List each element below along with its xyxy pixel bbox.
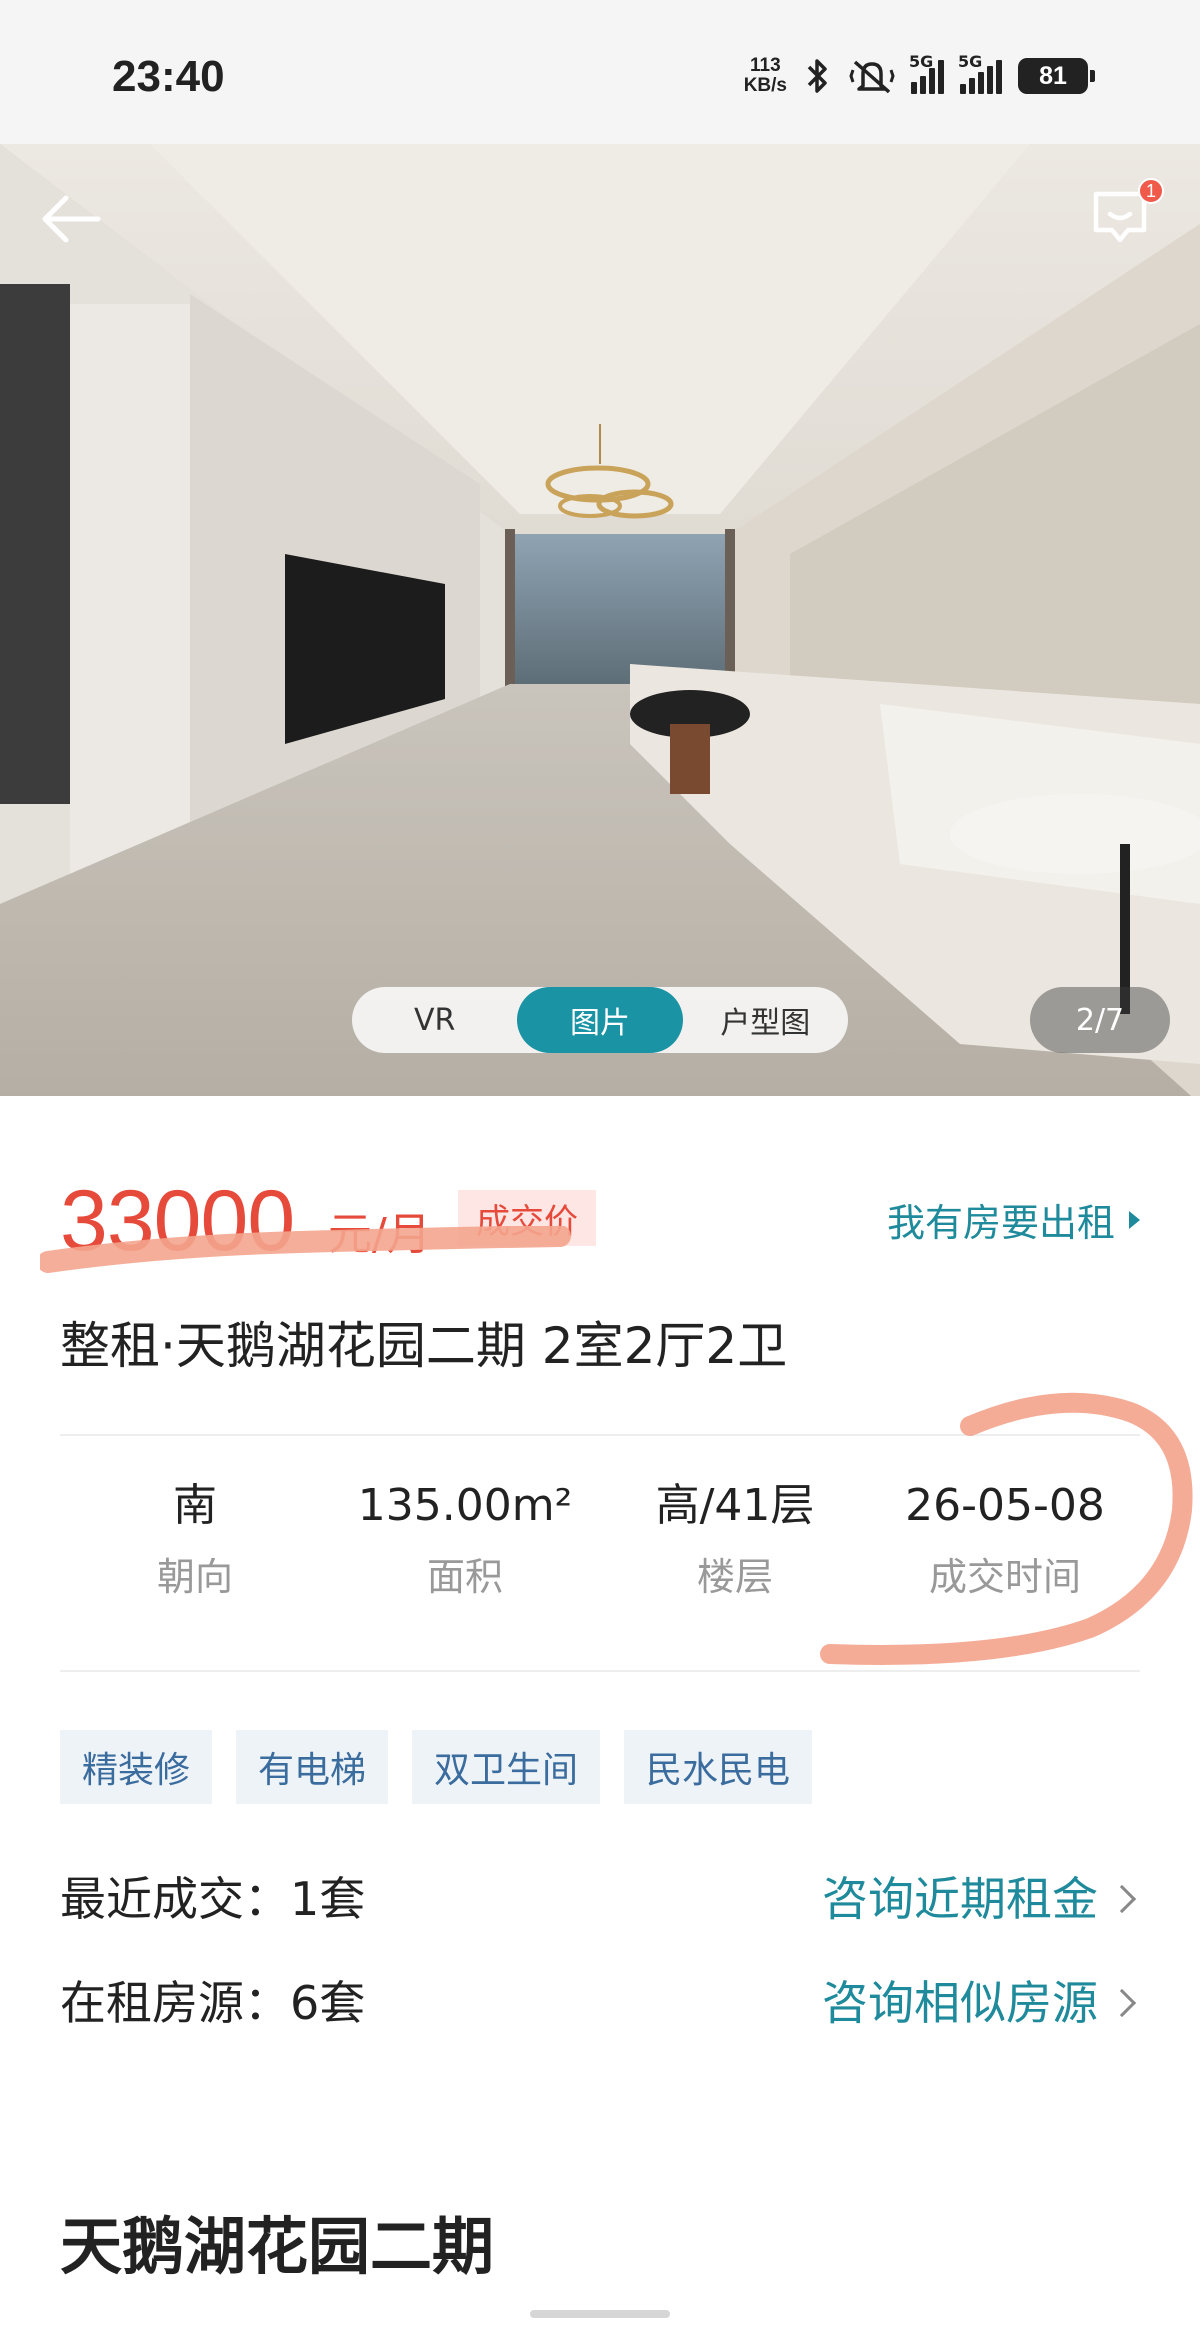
list-my-rental-link[interactable]: 我有房要出租 (887, 1192, 1140, 1247)
listing-title: 整租·天鹅湖花园二期 2室2厅2卫 (60, 1317, 788, 1375)
tag-chip: 精装修 (60, 1730, 213, 1804)
community-title: 天鹅湖花园二期 (60, 2210, 495, 2283)
status-bar: 23:40 113 KB/s 5G 5G 81 (0, 0, 1200, 144)
photo-gallery[interactable]: 1 VR 图片 户型图 2/7 (0, 144, 1200, 1096)
for-rent-count: 在租房源：6套 (60, 1976, 366, 2030)
ask-similar-label: 咨询相似房源 (822, 1976, 1098, 2030)
signal-icon: 5G (909, 52, 944, 94)
tag-chip: 有电梯 (236, 1730, 389, 1804)
status-icons: 113 KB/s 5G 5G 81 (744, 52, 1095, 96)
ask-recent-rent-label: 咨询近期租金 (822, 1872, 1098, 1926)
circle-annotation (820, 1392, 1193, 1665)
sim1-label: 5G (909, 52, 934, 71)
highlight-underline-annotation (40, 1226, 571, 1273)
battery-icon: 81 (1018, 58, 1095, 94)
stat-value: 高/41层 (655, 1480, 815, 1531)
signal-icon-2: 5G (958, 52, 1002, 94)
recent-deals-row: 最近成交：1套 咨询近期租金 (60, 1864, 1140, 1934)
home-indicator[interactable] (530, 2310, 670, 2318)
ask-similar-listings-link[interactable]: 咨询相似房源 (822, 1968, 1140, 2038)
stat-value: 南 (173, 1480, 217, 1531)
for-rent-row: 在租房源：6套 咨询相似房源 (60, 1968, 1140, 2038)
status-time: 23:40 (112, 52, 225, 101)
stat-label: 楼层 (696, 1555, 773, 1599)
message-badge: 1 (1138, 178, 1164, 204)
media-tab-bar: VR 图片 户型图 (352, 987, 848, 1053)
living-room-photo (0, 144, 1200, 1096)
bluetooth-icon (807, 59, 827, 93)
tag-chip: 双卫生间 (412, 1730, 601, 1804)
stat-orientation: 南 朝向 (60, 1476, 330, 1616)
triangle-right-icon (1129, 1210, 1140, 1229)
recent-deals-count: 最近成交：1套 (60, 1872, 366, 1926)
photo-counter: 2/7 (1030, 987, 1170, 1053)
rent-link-label: 我有房要出租 (886, 1201, 1115, 1245)
stat-value: 135.00m² (357, 1480, 573, 1531)
feature-tags: 精装修 有电梯 双卫生间 民水民电 (60, 1730, 813, 1804)
tab-vr[interactable]: VR (352, 987, 517, 1053)
network-speed: 113 KB/s (744, 56, 787, 96)
back-arrow-icon (42, 195, 101, 243)
stat-area: 135.00m² 面积 (330, 1476, 600, 1616)
chevron-right-icon (1107, 1988, 1137, 2018)
mute-vibrate-icon (849, 60, 895, 94)
net-speed-unit: KB/s (743, 75, 787, 96)
ask-recent-rent-link[interactable]: 咨询近期租金 (822, 1864, 1140, 1934)
divider (60, 1670, 1140, 1672)
sim2-label: 5G (958, 52, 983, 71)
tab-floorplan[interactable]: 户型图 (683, 987, 848, 1053)
tab-photos[interactable]: 图片 (517, 987, 683, 1053)
net-speed-value: 113 (750, 55, 781, 76)
chevron-right-icon (1107, 1884, 1137, 1914)
message-button[interactable]: 1 (1088, 178, 1164, 256)
stat-label: 朝向 (156, 1555, 233, 1599)
tag-chip: 民水民电 (624, 1730, 813, 1804)
back-button[interactable] (36, 184, 106, 254)
stat-label: 面积 (426, 1555, 503, 1599)
